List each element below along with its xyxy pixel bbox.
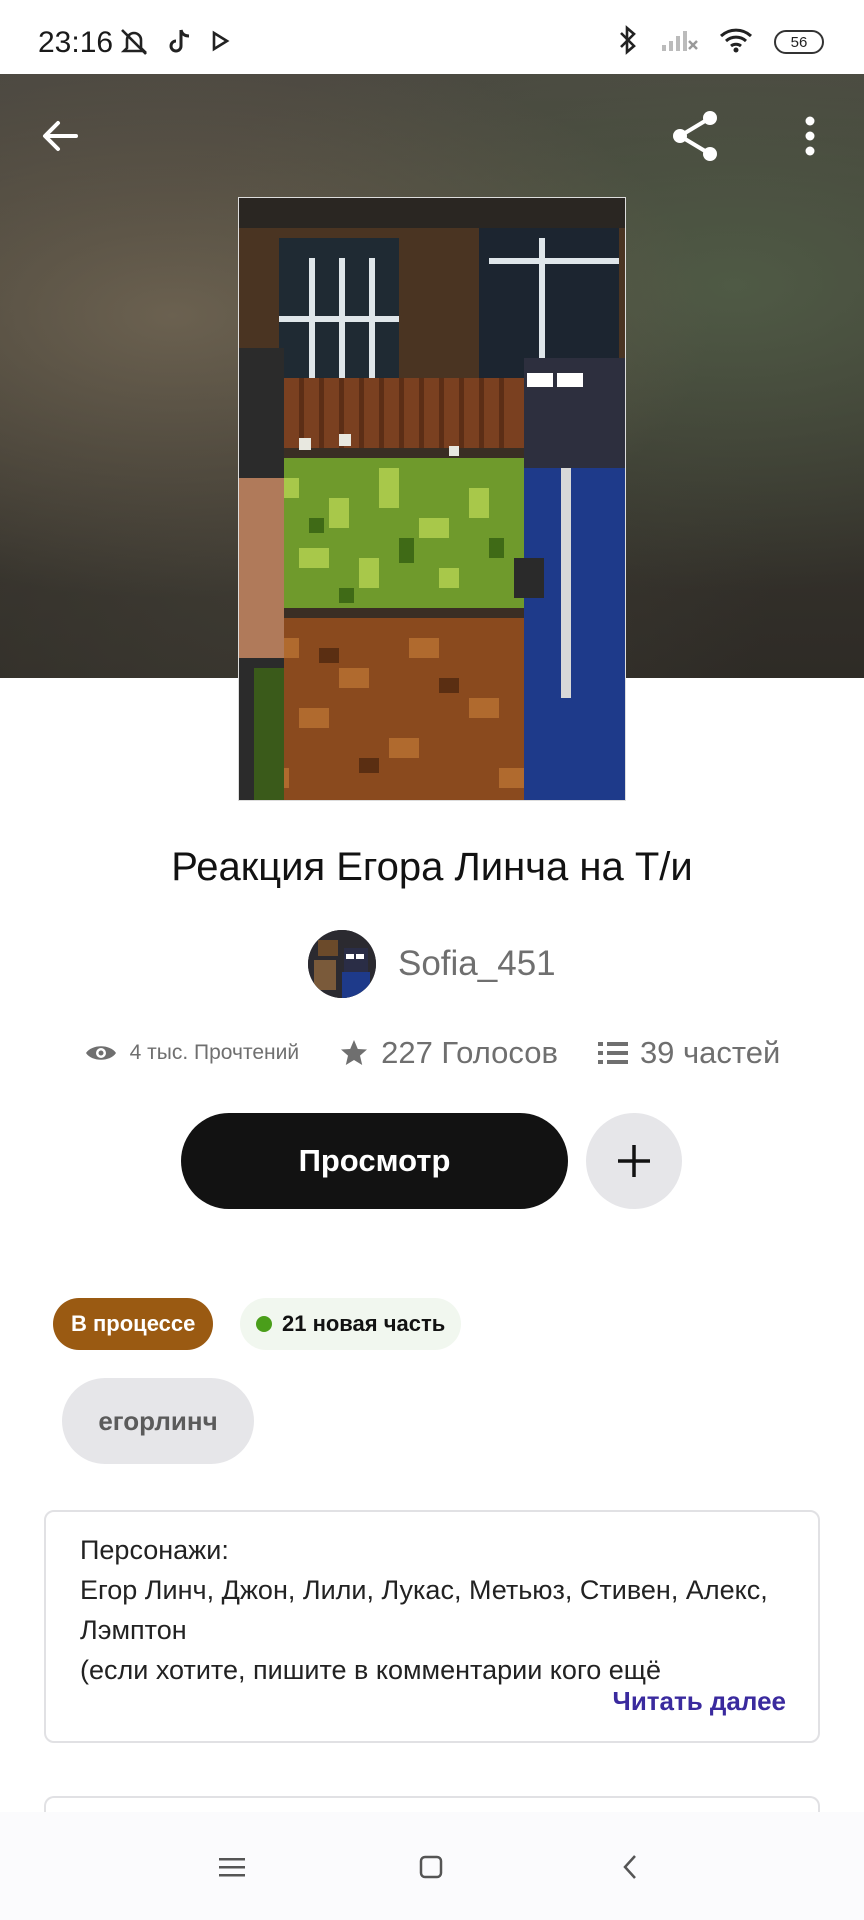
back-nav-button[interactable]: [600, 1842, 660, 1892]
story-stats: 4 тыс. Прочтений 227 Голосов 39 частей: [0, 1035, 864, 1071]
back-button[interactable]: [28, 104, 92, 168]
read-button[interactable]: Просмотр: [181, 1113, 568, 1209]
votes-count: 227 Голосов: [381, 1035, 558, 1070]
signal-icon: [660, 27, 698, 57]
new-parts-badge: 21 новая часть: [240, 1298, 462, 1350]
new-parts-label: 21 новая часть: [282, 1311, 446, 1336]
story-tag[interactable]: егорлинч: [62, 1378, 254, 1464]
square-home-icon: [419, 1855, 443, 1879]
eye-icon: [85, 1046, 116, 1060]
description-text: Персонажи: Егор Линч, Джон, Лили, Лукас,…: [80, 1535, 768, 1685]
status-icons-right: 56: [616, 24, 824, 60]
status-bar: 23:16 56: [0, 0, 864, 74]
plus-icon: [618, 1145, 650, 1177]
read-more-link[interactable]: Читать далее: [602, 1686, 786, 1717]
mute-icon: [118, 26, 150, 60]
reads-count: 4 тыс. Прочтений: [129, 1041, 300, 1064]
system-nav-bar: [0, 1812, 864, 1920]
menu-icon: [219, 1858, 245, 1877]
share-button[interactable]: [664, 104, 728, 168]
author-avatar[interactable]: [308, 930, 376, 998]
status-icons-left: [118, 26, 230, 60]
recents-button[interactable]: [202, 1842, 262, 1892]
parts-count: 39 частей: [639, 1035, 781, 1070]
author-row[interactable]: Sofia_451: [308, 930, 556, 998]
star-icon: [341, 1040, 368, 1065]
list-icon: [597, 1042, 628, 1064]
status-badge: В процессе: [53, 1298, 214, 1350]
bluetooth-icon: [616, 24, 640, 60]
chevron-left-icon: [623, 1855, 636, 1879]
more-button[interactable]: [778, 104, 842, 168]
more-vertical-icon: [805, 116, 815, 156]
battery-icon: 56: [774, 30, 824, 54]
parts-stat: 39 частей: [597, 1035, 781, 1071]
add-to-library-button[interactable]: [586, 1113, 682, 1209]
story-cover-image[interactable]: [238, 197, 626, 801]
share-icon: [673, 111, 717, 161]
home-button[interactable]: [401, 1842, 461, 1892]
description-card: Персонажи: Егор Линч, Джон, Лили, Лукас,…: [44, 1510, 820, 1743]
story-title: Реакция Егора Линча на Т/и: [171, 845, 693, 889]
author-name[interactable]: Sofia_451: [398, 944, 556, 984]
wifi-icon: [718, 26, 754, 58]
reads-stat: 4 тыс. Прочтений: [84, 1041, 299, 1065]
new-indicator-dot: [256, 1316, 272, 1332]
arrow-left-icon: [43, 121, 78, 151]
votes-stat: 227 Голосов: [339, 1035, 558, 1071]
tiktok-icon: [168, 27, 192, 59]
status-time: 23:16: [38, 26, 114, 59]
play-icon: [210, 30, 230, 56]
